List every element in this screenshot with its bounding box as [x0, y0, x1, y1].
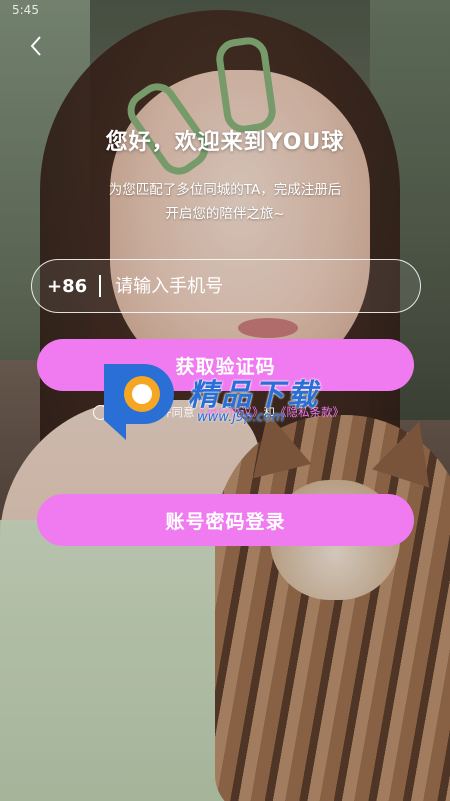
subtitle-line: 开启您的陪伴之旅~: [165, 206, 285, 222]
phone-field[interactable]: +86: [31, 259, 421, 313]
watermark-brand: 精品下载: [188, 378, 320, 413]
back-button[interactable]: [24, 34, 48, 58]
watermark: 精品下载 www.j9p.com: [96, 358, 366, 442]
subtitle-line: 为您匹配了多位同城的TA，完成注册后: [108, 182, 342, 198]
status-time: 5:45: [12, 3, 39, 17]
watermark-url: www.j9p.com: [197, 410, 285, 425]
chevron-left-icon: [30, 36, 41, 56]
page-title: 您好，欢迎来到YOU球: [105, 130, 345, 155]
divider: [99, 275, 102, 297]
country-code[interactable]: +86: [47, 276, 87, 297]
page-subtitle: 为您匹配了多位同城的TA，完成注册后 开启您的陪伴之旅~: [0, 178, 450, 226]
phone-input[interactable]: [113, 274, 420, 298]
password-login-button[interactable]: 账号密码登录: [37, 494, 414, 546]
watermark-logo-icon: [104, 364, 174, 440]
